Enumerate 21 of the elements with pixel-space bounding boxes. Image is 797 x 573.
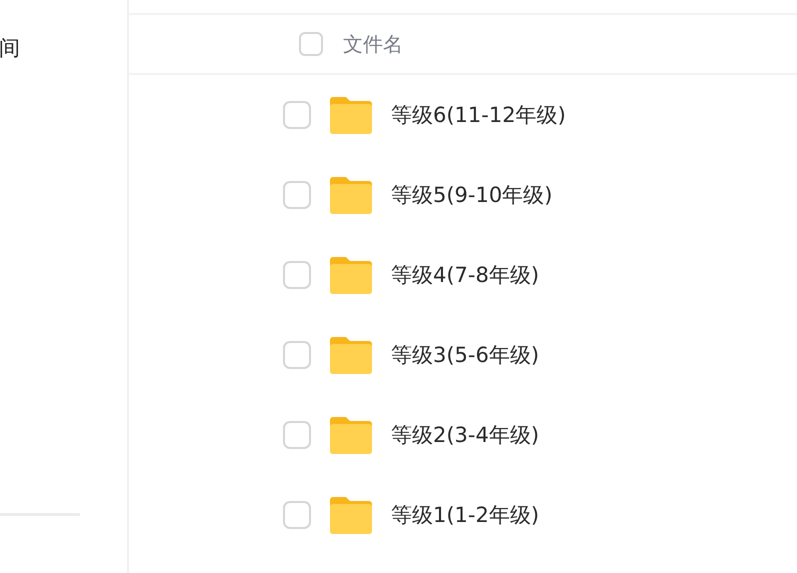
row-checkbox[interactable] [283,261,311,289]
row-checkbox[interactable] [283,501,311,529]
sidebar-item[interactable]: 间 [0,34,127,62]
folder-name[interactable]: 等级1(1-2年级) [391,501,540,529]
folder-name[interactable]: 等级4(7-8年级) [391,261,540,289]
folder-icon [330,256,372,294]
column-header: 文件名 [343,30,403,58]
folder-icon [330,176,372,214]
folder-name[interactable]: 等级5(9-10年级) [391,181,552,209]
folder-icon [330,496,372,534]
folder-name[interactable]: 等级6(11-12年级) [391,101,566,129]
folder-name[interactable]: 等级3(5-6年级) [391,341,540,369]
row-checkbox[interactable] [283,101,311,129]
folder-icon [330,336,372,374]
folder-icon [330,96,372,134]
row-checkbox[interactable] [283,181,311,209]
folder-name[interactable]: 等级2(3-4年级) [391,421,540,449]
row-checkbox[interactable] [283,421,311,449]
select-all-checkbox[interactable] [299,32,323,56]
row-checkbox[interactable] [283,341,311,369]
folder-icon [330,416,372,454]
